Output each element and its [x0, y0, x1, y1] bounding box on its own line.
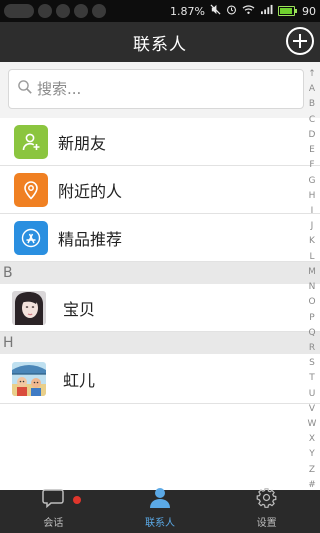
tab-label: 联系人 — [145, 518, 175, 529]
app-header: 联系人 — [0, 22, 320, 62]
tab-label: 设置 — [256, 518, 277, 529]
index-letter[interactable]: # — [308, 480, 316, 490]
index-letter[interactable]: D — [309, 130, 316, 140]
index-letter[interactable]: Q — [308, 328, 315, 338]
index-letter[interactable]: E — [309, 146, 315, 155]
chat-bubble-icon — [42, 488, 65, 512]
gear-icon — [256, 487, 277, 512]
index-letter[interactable]: M — [308, 267, 316, 277]
index-letter[interactable]: ↑ — [308, 70, 316, 79]
contacts-person-icon — [148, 487, 172, 512]
index-letter[interactable]: W — [308, 420, 317, 429]
tab-conversations[interactable]: 会话 — [0, 488, 107, 533]
index-letter[interactable]: S — [309, 359, 315, 368]
search-area — [0, 62, 320, 118]
tab-label: 会话 — [43, 518, 64, 529]
section-header-h: H — [0, 332, 320, 354]
wifi-icon — [242, 4, 255, 18]
bottom-tab-bar: 会话 联系人 设置 — [0, 487, 320, 533]
index-letter[interactable]: V — [309, 404, 315, 414]
index-letter[interactable]: G — [309, 176, 316, 186]
contact-name: 虹儿 — [63, 370, 96, 390]
tab-settings[interactable]: 设置 — [213, 487, 320, 533]
avatar — [12, 290, 46, 325]
battery-icon — [278, 6, 297, 16]
page-title: 联系人 — [133, 34, 187, 55]
alphabet-index[interactable]: ↑ A B C D E F G H I J K L M N O P Q R S T U V W X Y Z # — [304, 70, 320, 490]
add-contact-button[interactable] — [286, 27, 314, 55]
contact-row[interactable]: 虹儿 — [0, 354, 320, 404]
status-notification-icons — [0, 4, 106, 18]
app-store-icon — [14, 220, 48, 255]
index-letter[interactable]: B — [309, 100, 315, 109]
index-letter[interactable]: C — [309, 115, 315, 125]
tab-contacts[interactable]: 联系人 — [107, 487, 214, 533]
search-input[interactable] — [37, 80, 277, 98]
new-friends-row[interactable]: 新朋友 — [0, 118, 320, 166]
recommended-apps-row[interactable]: 精品推荐 — [0, 214, 320, 262]
index-letter[interactable]: X — [309, 435, 315, 444]
notification-icon — [38, 4, 52, 18]
index-letter[interactable]: F — [309, 161, 314, 170]
notification-icon — [92, 4, 106, 18]
contact-row[interactable]: 宝贝 — [0, 284, 320, 332]
nearby-people-label: 附近的人 — [58, 181, 123, 201]
avatar — [12, 361, 46, 396]
location-pin-icon — [14, 172, 48, 207]
index-letter[interactable]: K — [309, 237, 315, 246]
index-letter[interactable]: I — [311, 206, 314, 216]
index-letter[interactable]: N — [309, 283, 316, 292]
index-letter[interactable]: J — [311, 222, 314, 231]
index-letter[interactable]: L — [309, 252, 314, 262]
index-letter[interactable]: O — [308, 298, 315, 307]
index-letter[interactable]: T — [309, 374, 315, 383]
notification-icon — [74, 4, 88, 18]
index-letter[interactable]: Y — [309, 450, 315, 459]
index-letter[interactable]: Z — [309, 465, 315, 475]
section-header-b: B — [0, 262, 320, 284]
new-friends-label: 新朋友 — [58, 133, 107, 153]
battery-percent-text: 1.87% — [170, 4, 205, 18]
unread-badge — [73, 496, 81, 504]
alarm-icon — [226, 4, 237, 18]
search-icon — [17, 79, 33, 99]
nearby-people-row[interactable]: 附近的人 — [0, 166, 320, 214]
index-letter[interactable]: U — [309, 389, 316, 399]
signal-icon — [260, 4, 273, 18]
index-letter[interactable]: H — [309, 191, 316, 201]
new-friend-icon — [14, 124, 48, 159]
index-letter[interactable]: P — [309, 313, 314, 323]
search-box[interactable] — [8, 69, 304, 109]
index-letter[interactable]: A — [309, 85, 315, 94]
index-letter[interactable]: R — [309, 343, 315, 353]
notification-icon — [4, 4, 34, 18]
contact-name: 宝贝 — [63, 299, 96, 319]
status-bar: 1.87% 90 — [0, 0, 320, 22]
contact-list: 新朋友 附近的人 精品推荐 B 宝贝 H 虹儿 — [0, 118, 320, 404]
battery-level-text: 90 — [302, 4, 316, 18]
mute-icon — [210, 4, 221, 18]
recommended-apps-label: 精品推荐 — [58, 229, 123, 249]
notification-icon — [56, 4, 70, 18]
